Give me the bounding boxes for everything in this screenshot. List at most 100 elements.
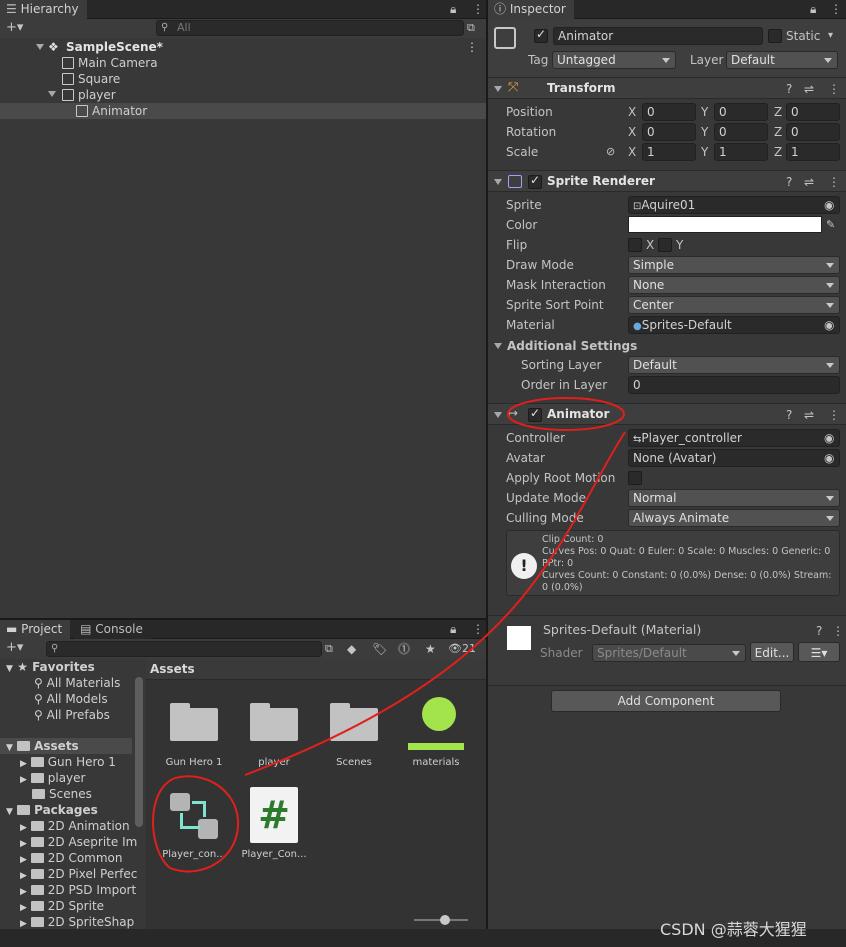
apply-root-motion-checkbox[interactable]: [628, 471, 642, 485]
tree-folder-scenes[interactable]: Scenes: [32, 786, 92, 802]
add-button[interactable]: +▾: [6, 21, 23, 35]
constrain-scale-icon[interactable]: ⊘: [606, 145, 615, 159]
eyedropper-icon[interactable]: ✎: [826, 218, 835, 232]
collapse-arrow-icon[interactable]: [494, 412, 502, 418]
sorting-layer-dropdown[interactable]: Default: [628, 356, 840, 374]
rotation-z-field[interactable]: 0: [786, 123, 840, 141]
tab-hierarchy[interactable]: ☰ Hierarchy: [0, 0, 87, 19]
expand-arrow-icon[interactable]: [48, 91, 56, 97]
help-icon[interactable]: ?: [786, 82, 792, 96]
sprite-renderer-enabled-checkbox[interactable]: [528, 173, 542, 189]
controller-field[interactable]: ⇆Player_controller: [628, 429, 840, 447]
favorite-all-prefabs[interactable]: ⚲ All Prefabs: [34, 707, 110, 723]
project-search-input[interactable]: ⚲: [46, 641, 322, 657]
position-z-field[interactable]: 0: [786, 103, 840, 121]
asset-folder-scenes[interactable]: Scenes: [314, 699, 394, 774]
edit-shader-button[interactable]: Edit...: [750, 642, 794, 662]
order-in-layer-field[interactable]: 0: [628, 376, 840, 394]
material-field[interactable]: ●Sprites-Default: [628, 316, 840, 334]
hierarchy-item-square[interactable]: Square: [62, 71, 120, 87]
more-menu-icon[interactable]: ⋮: [830, 2, 842, 16]
lock-icon[interactable]: 🔒︎: [450, 622, 456, 636]
active-checkbox[interactable]: [534, 27, 548, 43]
package-item[interactable]: ▶ 2D Common: [20, 850, 123, 866]
sprite-renderer-header[interactable]: Sprite Renderer ? ⇌ ⋮: [488, 170, 846, 192]
add-component-button[interactable]: Add Component: [551, 690, 781, 712]
draw-mode-dropdown[interactable]: Simple: [628, 256, 840, 274]
help-icon[interactable]: ?: [816, 624, 822, 638]
tab-project[interactable]: ▬ Project: [0, 620, 71, 639]
expand-arrow-icon[interactable]: ▼: [6, 743, 13, 753]
package-item[interactable]: ▶ 2D Animation: [20, 818, 130, 834]
search-by-type-icon[interactable]: ⧉: [325, 642, 333, 656]
asset-materials[interactable]: materials: [396, 695, 476, 775]
update-mode-dropdown[interactable]: Normal: [628, 489, 840, 507]
collapse-arrow-icon[interactable]: [494, 86, 502, 92]
more-menu-icon[interactable]: ⋮: [472, 622, 484, 636]
color-swatch[interactable]: [628, 216, 822, 233]
tag-dropdown[interactable]: Untagged: [552, 51, 676, 69]
assets-header[interactable]: ▼ Assets: [0, 738, 132, 754]
scene-menu-icon[interactable]: ⋮: [466, 39, 478, 55]
expand-arrow-icon[interactable]: ▼: [6, 664, 13, 674]
rotation-x-field[interactable]: 0: [642, 123, 696, 141]
collapse-arrow-icon[interactable]: [494, 179, 502, 185]
asset-folder-player[interactable]: player: [234, 699, 314, 774]
tree-folder-gun-hero[interactable]: ▶ Gun Hero 1: [20, 754, 116, 770]
slider-thumb[interactable]: [440, 915, 450, 925]
package-item[interactable]: ▶ 2D Sprite: [20, 898, 104, 914]
position-x-field[interactable]: 0: [642, 103, 696, 121]
preset-icon[interactable]: ⇌: [804, 82, 814, 96]
expand-arrow-icon[interactable]: [36, 44, 44, 50]
layer-dropdown[interactable]: Default: [726, 51, 838, 69]
static-checkbox[interactable]: [768, 29, 782, 43]
hierarchy-item-main-camera[interactable]: Main Camera: [62, 55, 158, 71]
sprite-field[interactable]: ⊡Aquire01: [628, 196, 840, 214]
hierarchy-item-player[interactable]: player: [48, 87, 116, 103]
favorites-header[interactable]: ▼ ★ Favorites: [6, 659, 95, 675]
more-menu-icon[interactable]: ⋮: [472, 2, 484, 16]
help-icon[interactable]: ?: [786, 175, 792, 189]
scale-x-field[interactable]: 1: [642, 143, 696, 161]
package-item[interactable]: ▶ 2D PSD Import: [20, 882, 136, 898]
asset-folder-gun-hero[interactable]: Gun Hero 1: [154, 699, 234, 774]
object-name-field[interactable]: Animator: [553, 27, 763, 45]
packages-header[interactable]: ▼ Packages: [6, 802, 98, 818]
tree-folder-player[interactable]: ▶ player: [20, 770, 85, 786]
hierarchy-item-animator[interactable]: Animator: [0, 103, 486, 119]
scene-row[interactable]: ❖ SampleScene* ⋮: [22, 39, 484, 55]
tab-console[interactable]: ▤ Console: [74, 620, 151, 639]
preset-icon[interactable]: ⇌: [804, 175, 814, 189]
filter-by-type-icon[interactable]: ◆: [347, 642, 356, 656]
tree-scrollbar[interactable]: [135, 677, 143, 827]
package-item[interactable]: ▶ 2D Pixel Perfec: [20, 866, 137, 882]
flip-y-checkbox[interactable]: [658, 238, 672, 252]
position-y-field[interactable]: 0: [714, 103, 768, 121]
shader-dropdown[interactable]: Sprites/Default: [592, 644, 746, 662]
static-dropdown-icon[interactable]: ▾: [828, 29, 833, 43]
component-menu-icon[interactable]: ⋮: [828, 175, 840, 189]
object-picker-icon[interactable]: ◉: [824, 198, 834, 212]
asset-player-script[interactable]: # Player_Con...: [234, 787, 314, 867]
animator-header[interactable]: ↦ Animator ? ⇌ ⋮: [488, 403, 846, 425]
additional-settings-foldout[interactable]: Additional Settings: [488, 336, 846, 356]
mask-interaction-dropdown[interactable]: None: [628, 276, 840, 294]
add-button[interactable]: +▾: [6, 641, 23, 655]
expand-arrow-icon[interactable]: ▼: [6, 807, 13, 817]
favorite-all-models[interactable]: ⚲ All Models: [34, 691, 108, 707]
lock-icon[interactable]: 🔒︎: [450, 2, 456, 16]
collapse-arrow-icon[interactable]: [494, 343, 502, 349]
label-icon[interactable]: 🏷︎: [372, 642, 387, 656]
star-icon[interactable]: ★: [425, 642, 436, 656]
object-picker-icon[interactable]: ◉: [824, 318, 834, 332]
component-menu-icon[interactable]: ⋮: [828, 408, 840, 422]
sprite-sort-point-dropdown[interactable]: Center: [628, 296, 840, 314]
hierarchy-search-input[interactable]: ⚲ All: [156, 20, 464, 36]
lock-icon[interactable]: 🔒︎: [810, 2, 816, 16]
hidden-packages-icon[interactable]: 👁︎21: [448, 642, 476, 656]
rotation-y-field[interactable]: 0: [714, 123, 768, 141]
object-picker-icon[interactable]: ◉: [824, 451, 834, 465]
flip-x-checkbox[interactable]: [628, 238, 642, 252]
tab-inspector[interactable]: ⓘ Inspector: [488, 0, 574, 19]
search-filter-icon[interactable]: ⧉: [467, 21, 475, 35]
